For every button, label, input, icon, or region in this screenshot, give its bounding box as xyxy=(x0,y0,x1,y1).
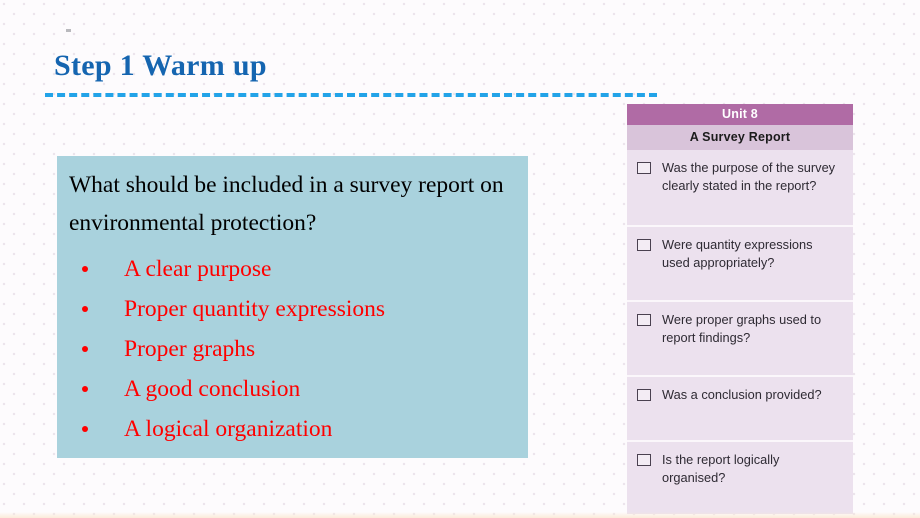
list-item-label: A clear purpose xyxy=(124,256,272,282)
list-item: A clear purpose xyxy=(69,249,524,289)
title-underline-divider xyxy=(45,93,657,97)
bottom-accent-band xyxy=(0,512,920,518)
stray-mark-artifact xyxy=(66,29,71,32)
bullet-dot-icon xyxy=(82,306,88,312)
checklist-row-label: Were proper graphs used to report findin… xyxy=(662,312,822,345)
list-item: A good conclusion xyxy=(69,369,524,409)
checkbox-icon[interactable] xyxy=(637,314,651,326)
checklist-row-label: Were quantity expressions used appropria… xyxy=(662,237,813,270)
checklist-unit-header: Unit 8 xyxy=(627,104,853,125)
checklist-row[interactable]: Was a conclusion provided? xyxy=(627,375,853,440)
answer-bullet-list: A clear purpose Proper quantity expressio… xyxy=(69,249,524,449)
bullet-dot-icon xyxy=(82,346,88,352)
checklist-rows: Was the purpose of the survey clearly st… xyxy=(627,150,853,505)
slide-canvas: Step 1 Warm up What should be included i… xyxy=(0,0,920,518)
checkbox-icon[interactable] xyxy=(637,162,651,174)
list-item-label: A logical organization xyxy=(124,416,333,442)
list-item: Proper quantity expressions xyxy=(69,289,524,329)
list-item-label: Proper quantity expressions xyxy=(124,296,386,322)
list-item-label: A good conclusion xyxy=(124,376,301,402)
checklist-row-label: Is the report logically organised? xyxy=(662,452,780,485)
checklist-row[interactable]: Were quantity expressions used appropria… xyxy=(627,225,853,300)
bullet-dot-icon xyxy=(82,426,88,432)
list-item: A logical organization xyxy=(69,409,524,449)
survey-report-checklist-panel: Unit 8 A Survey Report Was the purpose o… xyxy=(627,104,853,514)
checklist-row[interactable]: Was the purpose of the survey clearly st… xyxy=(627,150,853,225)
bullet-dot-icon xyxy=(82,386,88,392)
checklist-row[interactable]: Were proper graphs used to report findin… xyxy=(627,300,853,375)
list-item-label: Proper graphs xyxy=(124,336,256,362)
list-item: Proper graphs xyxy=(69,329,524,369)
checklist-subtitle: A Survey Report xyxy=(627,125,853,150)
question-panel: What should be included in a survey repo… xyxy=(57,156,528,458)
checklist-row[interactable]: Is the report logically organised? xyxy=(627,440,853,505)
bullet-dot-icon xyxy=(82,266,88,272)
checklist-row-label: Was the purpose of the survey clearly st… xyxy=(662,160,836,193)
checkbox-icon[interactable] xyxy=(637,454,651,466)
checkbox-icon[interactable] xyxy=(637,389,651,401)
checklist-row-label: Was a conclusion provided? xyxy=(662,387,822,402)
question-text: What should be included in a survey repo… xyxy=(69,172,504,236)
page-title: Step 1 Warm up xyxy=(54,49,267,82)
checkbox-icon[interactable] xyxy=(637,239,651,251)
